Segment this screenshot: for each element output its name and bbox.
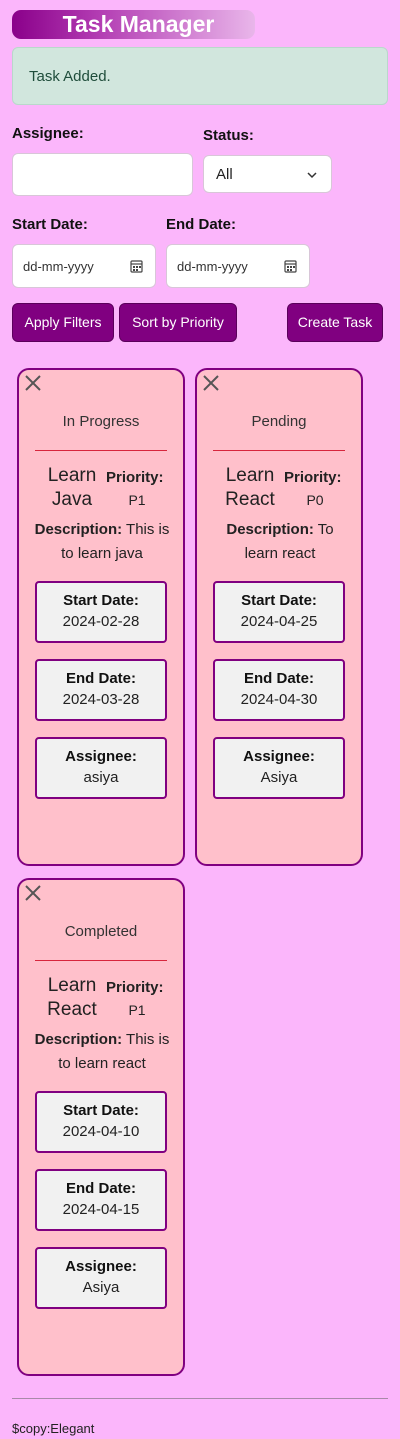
description-label: Description: [226, 521, 314, 538]
calendar-icon[interactable] [284, 259, 297, 273]
task-status: In Progress [62, 413, 140, 430]
start-date-placeholder: dd-mm-yyyy [23, 259, 94, 274]
priority-label: Priority: [106, 979, 164, 996]
task-name: Learn React [225, 465, 275, 510]
assignee-box-label: Assignee: [243, 748, 315, 765]
end-date-box: End Date: 2024-04-30 [213, 659, 345, 721]
success-alert: Task Added. [12, 47, 388, 105]
end-date-box-label: End Date: [65, 1180, 136, 1197]
assignee-value: Asiya [82, 1279, 120, 1296]
start-date-value: 2024-02-28 [62, 613, 140, 630]
priority-value: P1 [128, 1002, 146, 1018]
app-title: Task Manager [12, 10, 255, 39]
start-date-box-label: Start Date: [63, 592, 139, 609]
assignee-box: Assignee: Asiya [213, 737, 345, 799]
priority-label: Priority: [284, 469, 342, 486]
divider [35, 450, 167, 451]
assignee-box: Assignee: Asiya [35, 1247, 167, 1309]
divider [213, 450, 345, 451]
start-date-label: Start Date: [12, 216, 88, 233]
footer-divider [12, 1398, 388, 1399]
task-status: Completed [64, 923, 138, 940]
end-date-value: 2024-04-30 [240, 691, 318, 708]
close-icon[interactable] [24, 884, 42, 902]
footer-text: $copy:Elegant [12, 1421, 95, 1436]
end-date-value: 2024-03-28 [62, 691, 140, 708]
assignee-input[interactable] [12, 153, 193, 196]
task-description: Description: This is to learn java [33, 518, 171, 566]
status-select[interactable]: All [203, 155, 332, 193]
end-date-box: End Date: 2024-03-28 [35, 659, 167, 721]
priority-value: P1 [128, 492, 146, 508]
task-description: Description: This is to learn react [33, 1028, 171, 1076]
assignee-value: Asiya [260, 769, 298, 786]
description-label: Description: [34, 1031, 123, 1048]
assignee-box: Assignee: asiya [35, 737, 167, 799]
start-date-box: Start Date: 2024-02-28 [35, 581, 167, 643]
end-date-box-label: End Date: [65, 670, 136, 687]
assignee-box-label: Assignee: [65, 1258, 137, 1275]
apply-filters-button[interactable]: Apply Filters [12, 303, 114, 342]
task-card: Pending Learn React Priority: P0 Descrip… [195, 368, 363, 866]
close-icon[interactable] [24, 374, 42, 392]
close-icon[interactable] [202, 374, 220, 392]
end-date-box-label: End Date: [243, 670, 314, 687]
start-date-box-label: Start Date: [63, 1102, 139, 1119]
task-card: In Progress Learn Java Priority: P1 Desc… [17, 368, 185, 866]
divider [35, 960, 167, 961]
assignee-box-label: Assignee: [65, 748, 137, 765]
priority-value: P0 [306, 492, 324, 508]
calendar-icon[interactable] [130, 259, 143, 273]
start-date-box: Start Date: 2024-04-10 [35, 1091, 167, 1153]
end-date-input[interactable]: dd-mm-yyyy [166, 244, 310, 288]
status-select-value: All [216, 166, 233, 183]
task-card: Completed Learn React Priority: P1 Descr… [17, 878, 185, 1376]
start-date-value: 2024-04-10 [62, 1123, 140, 1140]
assignee-value: asiya [83, 769, 119, 786]
end-date-placeholder: dd-mm-yyyy [177, 259, 248, 274]
start-date-input[interactable]: dd-mm-yyyy [12, 244, 156, 288]
chevron-down-icon [307, 172, 317, 179]
start-date-box: Start Date: 2024-04-25 [213, 581, 345, 643]
task-status: Pending [251, 413, 307, 430]
task-name: Learn Java [47, 465, 97, 510]
end-date-value: 2024-04-15 [62, 1201, 140, 1218]
start-date-value: 2024-04-25 [240, 613, 318, 630]
assignee-label: Assignee: [12, 125, 84, 142]
create-task-button[interactable]: Create Task [287, 303, 383, 342]
end-date-box: End Date: 2024-04-15 [35, 1169, 167, 1231]
start-date-box-label: Start Date: [241, 592, 317, 609]
status-label: Status: [203, 127, 254, 144]
sort-by-priority-button[interactable]: Sort by Priority [119, 303, 237, 342]
end-date-label: End Date: [166, 216, 237, 233]
task-description: Description: To learn react [211, 518, 349, 566]
task-name: Learn React [47, 975, 97, 1020]
priority-label: Priority: [106, 469, 164, 486]
description-label: Description: [34, 521, 123, 538]
